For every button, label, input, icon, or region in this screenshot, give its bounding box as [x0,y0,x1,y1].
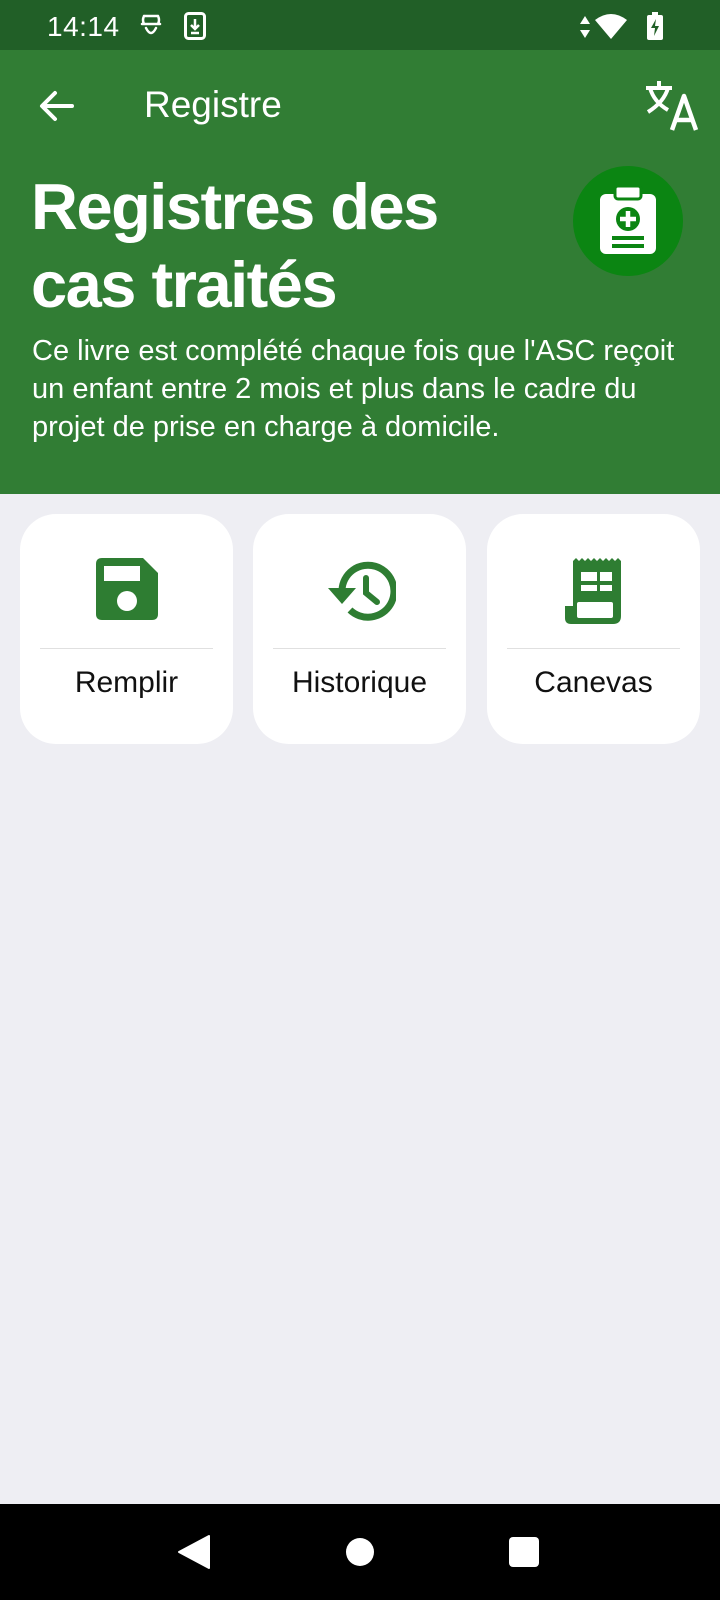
card-divider [40,648,213,649]
app-header: Registre Registres des cas traités Ce li… [0,50,720,494]
translate-button[interactable] [644,78,704,134]
historique-label: Historique [291,666,428,699]
system-nav-bar [0,1504,720,1600]
back-triangle-icon [178,1535,210,1569]
remplir-label: Remplir [74,666,179,699]
nav-recents-button[interactable] [504,1532,544,1572]
nav-home-button[interactable] [340,1532,380,1572]
battery-charging-icon [646,12,664,45]
history-icon [253,558,466,628]
canevas-label: Canevas [534,666,653,699]
card-divider [273,648,446,649]
card-divider [507,648,680,649]
page-description: Ce livre est complété chaque fois que l'… [32,335,675,443]
translate-icon [646,81,699,131]
receipt-icon [487,558,700,628]
data-arrows-icon [578,14,592,45]
historique-card[interactable]: Historique [253,514,466,744]
toolbar-title: Registre [144,84,282,125]
remplir-card[interactable]: Remplir [20,514,233,744]
page-title: Registres des cas traités [31,170,439,321]
save-icon [20,558,233,628]
download-icon [184,12,206,45]
title-badge [573,166,683,276]
nav-back-button[interactable] [174,1532,214,1572]
action-cards: Remplir Historique Canevas [20,514,700,744]
wifi-icon [594,12,628,45]
back-button[interactable] [30,80,82,132]
arrow-left-icon [40,91,74,121]
canevas-card[interactable]: Canevas [487,514,700,744]
status-time: 14:14 [47,11,120,42]
medical-clipboard-icon [600,186,656,254]
home-circle-icon [346,1538,374,1566]
notification-app-icon [140,12,162,45]
recents-square-icon [509,1537,539,1567]
status-bar: 14:14 [0,0,720,50]
